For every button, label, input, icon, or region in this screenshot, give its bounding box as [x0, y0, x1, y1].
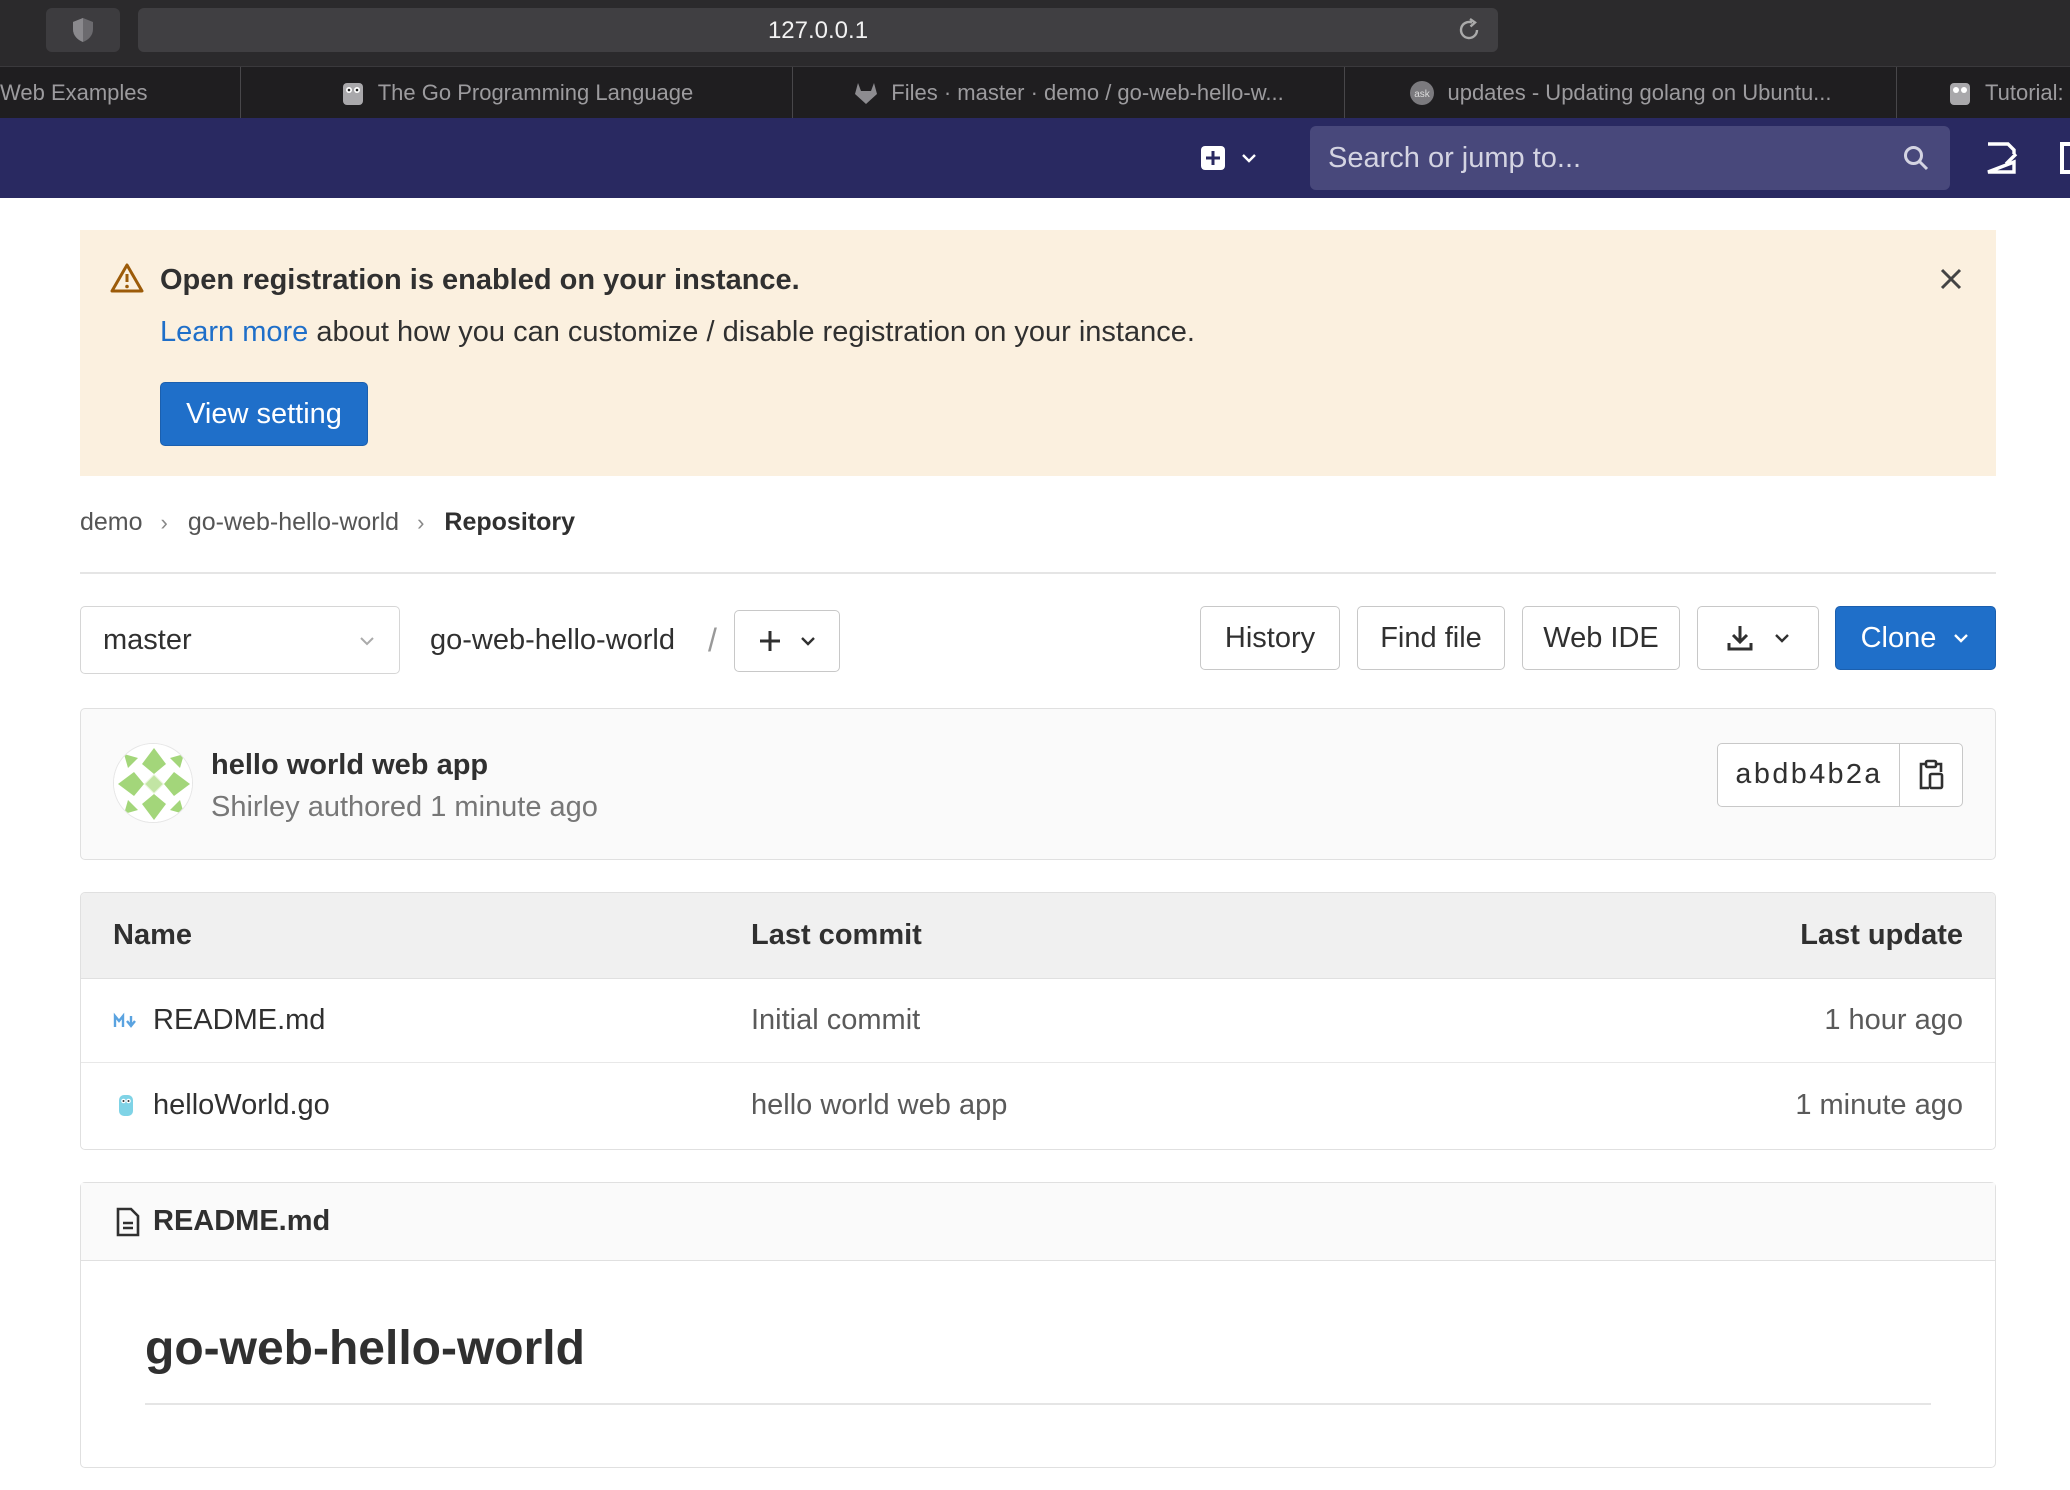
tab-tutorial[interactable]: Tutorial:	[1897, 67, 2070, 119]
browser-toolbar: 127.0.0.1	[0, 0, 2070, 66]
todo-icon[interactable]	[1984, 140, 2018, 176]
reload-icon[interactable]	[1456, 17, 1482, 43]
add-to-tree-dropdown[interactable]	[734, 610, 840, 672]
svg-text:ask: ask	[1415, 89, 1432, 100]
readme-filename[interactable]: README.md	[153, 1205, 330, 1238]
tab-label: Tutorial:	[1985, 80, 2064, 105]
clone-label: Clone	[1860, 621, 1937, 654]
url-text: 127.0.0.1	[767, 17, 869, 44]
file-tree-table: Name Last commit Last update README.md I…	[80, 892, 1996, 1150]
avatar[interactable]	[113, 743, 193, 823]
file-name-cell: helloWorld.go	[113, 1063, 330, 1147]
clipboard-icon	[1919, 759, 1944, 790]
file-name-link[interactable]: README.md	[153, 1004, 325, 1037]
column-header-name: Name	[113, 919, 192, 951]
branch-dropdown[interactable]: master	[80, 606, 400, 674]
identicon-icon	[114, 744, 192, 822]
markdown-icon	[113, 1012, 136, 1028]
column-header-last-commit: Last commit	[751, 919, 922, 951]
breadcrumb-current[interactable]: Repository	[444, 508, 575, 537]
table-row[interactable]: README.md Initial commit 1 hour ago	[81, 979, 1995, 1063]
tab-askubuntu[interactable]: ask updates - Updating golang on Ubuntu.…	[1345, 67, 1897, 119]
shield-icon	[73, 18, 93, 42]
new-item-dropdown[interactable]	[1200, 138, 1276, 178]
readme-header: README.md	[81, 1183, 1995, 1261]
commit-title[interactable]: hello world web app	[211, 749, 488, 782]
breadcrumb: demo › go-web-hello-world › Repository	[80, 508, 575, 537]
table-header: Name Last commit Last update	[81, 893, 1995, 979]
chevron-down-icon	[801, 637, 815, 646]
search-icon[interactable]	[1902, 144, 1930, 172]
tab-label: The Go Programming Language	[377, 80, 694, 105]
tab-gitlab-files[interactable]: Files · master · demo / go-web-hello-w..…	[793, 67, 1345, 119]
divider	[80, 572, 1996, 574]
go-file-icon	[119, 1095, 133, 1116]
repo-toolbar: master go-web-hello-world / History Find…	[80, 606, 1996, 674]
tab-label: updates - Updating golang on Ubuntu...	[1447, 80, 1832, 105]
tab-go-language[interactable]: The Go Programming Language	[241, 67, 793, 119]
column-header-last-update: Last update	[1800, 919, 1963, 951]
file-last-commit[interactable]: Initial commit	[751, 979, 920, 1062]
clone-dropdown[interactable]: Clone	[1835, 606, 1996, 670]
find-file-button[interactable]: Find file	[1357, 606, 1505, 670]
breadcrumb-item-demo[interactable]: demo	[80, 508, 143, 537]
download-dropdown[interactable]	[1697, 606, 1819, 670]
alert-body-text: about how you can customize / disable re…	[316, 316, 1195, 348]
commit-meta: Shirley authored 1 minute ago	[211, 791, 598, 823]
history-button[interactable]: History	[1200, 606, 1340, 670]
tab-strip: Web Examples The Go Programming Language…	[0, 66, 2070, 119]
readme-heading-rule	[145, 1403, 1931, 1405]
issues-icon[interactable]	[2060, 142, 2070, 174]
chevron-down-icon	[360, 637, 374, 646]
branch-name: master	[103, 623, 192, 656]
commit-sha[interactable]: abdb4b2a	[1718, 744, 1900, 806]
plus-square-icon	[1201, 146, 1225, 170]
last-commit-panel: hello world web app Shirley authored 1 m…	[80, 708, 1996, 860]
path-separator: /	[708, 622, 717, 658]
chevron-right-icon: ›	[417, 509, 425, 535]
file-last-commit[interactable]: hello world web app	[751, 1063, 1007, 1147]
askubuntu-icon: ask	[1410, 81, 1435, 105]
learn-more-link[interactable]: Learn more	[160, 316, 308, 348]
chevron-down-icon	[1775, 634, 1789, 643]
file-last-update: 1 minute ago	[1795, 1088, 1963, 1121]
file-last-update: 1 hour ago	[1824, 1004, 1963, 1036]
search-input[interactable]	[1328, 126, 1888, 190]
gopher-icon	[342, 83, 363, 105]
gopher-icon	[1950, 83, 1970, 105]
chevron-down-icon	[1242, 154, 1256, 163]
search-box	[1310, 126, 1950, 190]
gitlab-icon	[855, 83, 878, 104]
gitlab-navbar	[0, 118, 2070, 198]
chevron-right-icon: ›	[160, 509, 168, 535]
alert-title: Open registration is enabled on your ins…	[160, 264, 800, 296]
table-row[interactable]: helloWorld.go hello world web app 1 minu…	[81, 1063, 1995, 1147]
copy-sha-button[interactable]	[1900, 744, 1962, 806]
readme-panel: README.md go-web-hello-world	[80, 1182, 1996, 1468]
warning-icon	[110, 263, 144, 293]
readme-heading: go-web-hello-world	[145, 1322, 585, 1375]
registration-alert: Open registration is enabled on your ins…	[80, 230, 1996, 476]
breadcrumb-item-project[interactable]: go-web-hello-world	[188, 508, 399, 537]
chevron-down-icon	[1954, 634, 1969, 643]
file-text-icon	[116, 1207, 140, 1236]
address-bar[interactable]: 127.0.0.1	[138, 8, 1498, 52]
privacy-shield-button[interactable]	[46, 8, 120, 52]
commit-sha-group: abdb4b2a	[1717, 743, 1963, 807]
view-setting-button[interactable]: View setting	[160, 382, 368, 446]
close-icon[interactable]	[1936, 264, 1966, 294]
plus-icon	[760, 631, 780, 651]
file-name-link[interactable]: helloWorld.go	[153, 1089, 330, 1122]
alert-body: Learn more about how you can customize /…	[160, 316, 1195, 349]
tab-label: Files · master · demo / go-web-hello-w..…	[891, 80, 1284, 105]
download-icon	[1727, 626, 1753, 651]
tab-label: Web Examples	[0, 80, 148, 105]
repo-path-root[interactable]: go-web-hello-world	[430, 624, 675, 657]
file-name-cell: README.md	[113, 979, 325, 1062]
web-ide-button[interactable]: Web IDE	[1522, 606, 1680, 670]
tab-web-examples[interactable]: Web Examples	[0, 67, 241, 119]
